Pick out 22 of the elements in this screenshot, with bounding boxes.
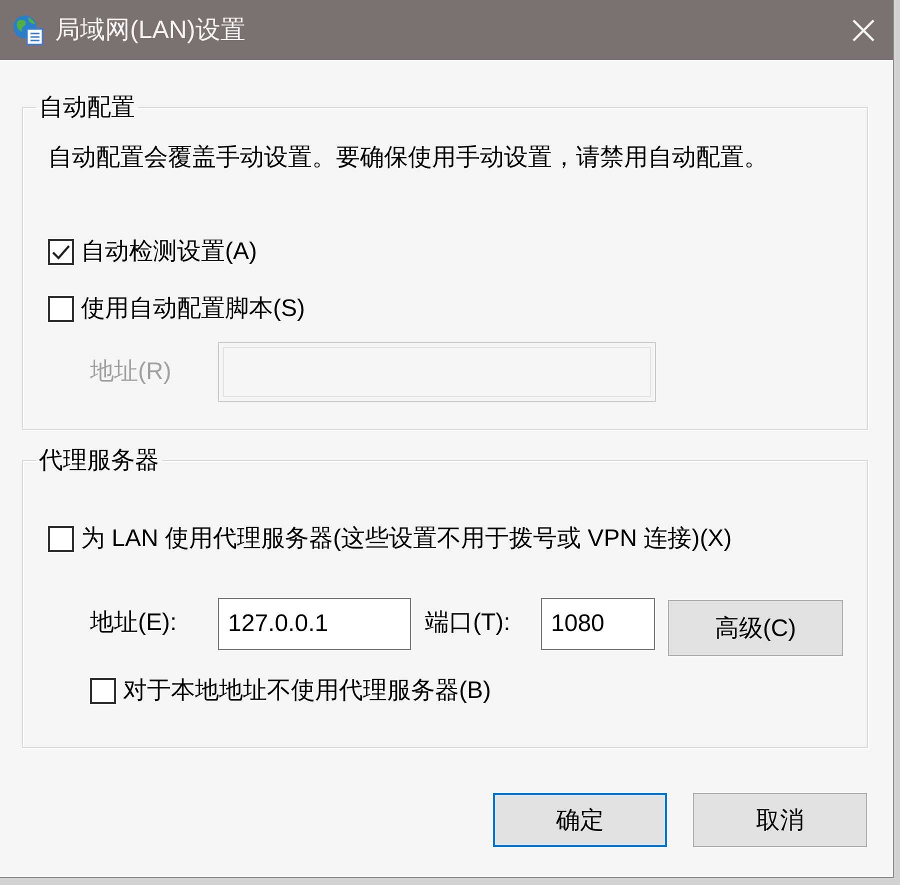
close-icon[interactable] <box>852 18 875 42</box>
description-text: 自动配置会覆盖手动设置。要确保使用手动设置，请禁用自动配置。 <box>48 143 769 173</box>
checkbox-label[interactable]: 使用自动配置脚本(S) <box>81 294 305 324</box>
checkbox[interactable] <box>48 296 74 322</box>
checkbox[interactable] <box>90 678 116 704</box>
advanced-button[interactable]: 高级(C) <box>668 600 843 656</box>
group-title: 自动配置 <box>38 95 136 120</box>
proxy-address-field[interactable]: 127.0.0.1 <box>218 598 411 650</box>
window-title: 局域网(LAN)设置 <box>55 15 246 45</box>
port-field[interactable]: 1080 <box>541 598 655 650</box>
checkbox[interactable] <box>48 239 74 265</box>
checkbox-label[interactable]: 为 LAN 使用代理服务器(这些设置不用于拨号或 VPN 连接)(X) <box>81 524 732 554</box>
field-label: 端口(T): <box>425 609 510 636</box>
checkbox-label[interactable]: 自动检测设置(A) <box>81 237 257 267</box>
checkbox-label[interactable]: 对于本地地址不使用代理服务器(B) <box>123 676 491 706</box>
field-label: 地址(E): <box>90 609 177 636</box>
cancel-button[interactable]: 取消 <box>693 793 867 847</box>
checkbox[interactable] <box>48 526 74 552</box>
ok-button[interactable]: 确定 <box>493 793 667 847</box>
globe-document-icon <box>12 14 44 46</box>
group-title: 代理服务器 <box>38 448 160 473</box>
field-label: 地址(R) <box>90 358 172 385</box>
